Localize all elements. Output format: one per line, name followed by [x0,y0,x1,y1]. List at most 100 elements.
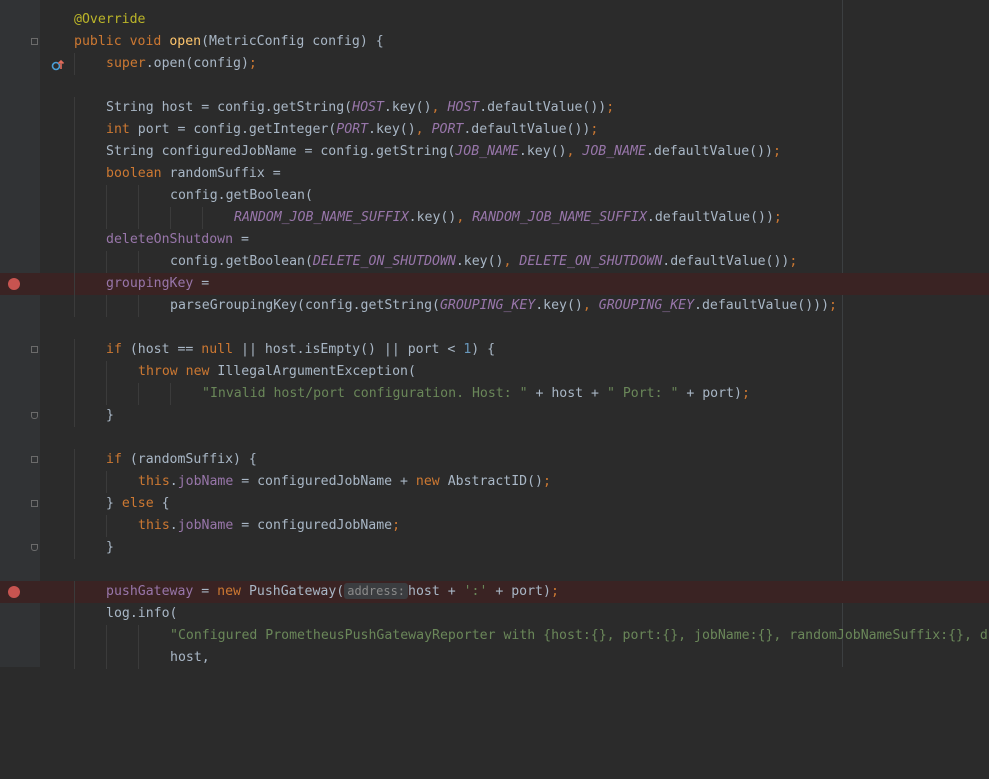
code-line[interactable]: if (randomSuffix) { [0,449,989,471]
code-text: log.info( [106,606,178,621]
keyword-token: if [106,452,122,467]
comma-token: , [456,210,473,225]
field-token: pushGateway [106,584,194,599]
constant-token: HOST [352,100,384,115]
keyword-token: new [415,474,440,489]
code-line[interactable]: } else { [0,493,989,515]
semicolon-token: ; [550,584,559,599]
semicolon-token: ; [773,210,782,225]
keyword-token: int [106,122,130,137]
string-token: " Port: " [606,386,679,401]
code-text: .key() [368,122,416,137]
code-text: = configuredJobName [233,518,393,533]
code-line[interactable]: this.jobName = configuredJobName; [0,515,989,537]
comma-token: , [566,144,583,159]
code-line[interactable]: int port = config.getInteger(PORT.key(),… [0,119,989,141]
code-editor[interactable]: @Override public void open(MetricConfig … [0,0,989,669]
fold-icon[interactable] [31,346,38,353]
fold-icon[interactable] [31,38,38,45]
keyword-token: boolean [106,166,162,181]
fold-end-icon[interactable] [31,412,38,419]
semicolon-token: ; [392,518,401,533]
code-line[interactable]: boolean randomSuffix = [0,163,989,185]
constant-token: GROUPING_KEY [598,298,695,313]
code-text: .key() [383,100,432,115]
constant-token: HOST [447,100,480,115]
keyword-token: this [138,474,170,489]
code-line[interactable]: "Invalid host/port configuration. Host: … [0,383,989,405]
constant-token: PORT [431,122,464,137]
code-line[interactable]: } [0,405,989,427]
code-text: || host.isEmpty() || port < [233,342,464,357]
code-text: = [233,232,249,247]
code-line[interactable]: @Override [0,9,989,31]
code-line[interactable]: public void open(MetricConfig config) { [0,31,989,71]
field-token: groupingKey [106,276,194,291]
code-text: = [193,584,218,599]
semicolon-token: ; [772,144,781,159]
code-text: .defaultValue())) [694,298,830,313]
fold-icon[interactable] [31,500,38,507]
field-token: deleteOnShutdown [106,232,234,247]
code-line[interactable]: super.open(config); [0,53,989,75]
code-text: .defaultValue()) [662,254,790,269]
code-text: + host + [527,386,607,401]
code-line[interactable]: RANDOM_JOB_NAME_SUFFIX.key(), RANDOM_JOB… [0,207,989,229]
semicolon-token: ; [829,298,837,313]
code-text: host + [408,584,464,599]
constant-token: RANDOM_JOB_NAME_SUFFIX [234,210,409,225]
code-line[interactable]: "Configured PrometheusPushGatewayReporte… [0,625,989,647]
code-line[interactable]: String configuredJobName = config.getStr… [0,141,989,163]
code-text: String host = config.getString( [106,100,353,115]
code-text: } [106,408,114,423]
code-text: .key() [518,144,567,159]
keyword-token: null [201,342,234,357]
constant-token: DELETE_ON_SHUTDOWN [519,254,663,269]
semicolon-token: ; [789,254,798,269]
string-token: "Invalid host/port configuration. Host: … [202,386,528,401]
breakpoint-icon[interactable] [8,278,20,290]
code-text: } [106,496,122,511]
override-method-icon[interactable] [3,36,64,71]
keyword-token: throw [138,364,178,379]
code-text: .open(config) [145,56,249,71]
code-line[interactable]: this.jobName = configuredJobName + new A… [0,471,989,493]
semicolon-token: ; [606,100,615,115]
code-text: .defaultValue()) [646,210,774,225]
code-line[interactable]: parseGroupingKey(config.getString(GROUPI… [0,295,989,317]
code-line[interactable]: if (host == null || host.isEmpty() || po… [0,339,989,361]
code-text: host, [170,650,210,665]
code-line[interactable]: } [0,537,989,559]
code-text: port = config.getInteger( [129,122,337,137]
code-text: } [106,540,114,555]
code-text: (randomSuffix) { [121,452,257,467]
breakpoint-icon[interactable] [8,586,20,598]
code-text: + port) [487,584,551,599]
code-line[interactable]: config.getBoolean( [0,185,989,207]
field-token: jobName [177,518,234,533]
comma-token: , [582,298,599,313]
constant-token: GROUPING_KEY [439,298,536,313]
code-line-breakpoint[interactable]: groupingKey = [0,273,989,295]
comma-token: , [503,254,520,269]
code-text: IllegalArgumentException( [209,364,416,379]
code-line[interactable]: throw new IllegalArgumentException( [0,361,989,383]
keyword-token: this [138,518,170,533]
code-line-breakpoint[interactable]: pushGateway = new PushGateway(address: ho… [0,581,989,603]
annotation-token: @Override [74,12,146,27]
code-text: parseGroupingKey(config.getString( [170,298,440,313]
code-text: (host == [121,342,202,357]
fold-end-icon[interactable] [31,544,38,551]
code-line[interactable]: log.info( [0,603,989,625]
code-text: randomSuffix = [161,166,281,181]
code-line[interactable]: host, [0,647,989,669]
code-line[interactable]: String host = config.getString(HOST.key(… [0,97,989,119]
constant-token: RANDOM_JOB_NAME_SUFFIX [472,210,647,225]
fold-icon[interactable] [31,456,38,463]
constant-token: JOB_NAME [582,144,646,159]
code-line[interactable]: config.getBoolean(DELETE_ON_SHUTDOWN.key… [0,251,989,273]
code-text: .defaultValue()) [645,144,773,159]
code-text: .defaultValue()) [479,100,607,115]
code-line[interactable]: deleteOnShutdown = [0,229,989,251]
keyword-token: else [121,496,154,511]
